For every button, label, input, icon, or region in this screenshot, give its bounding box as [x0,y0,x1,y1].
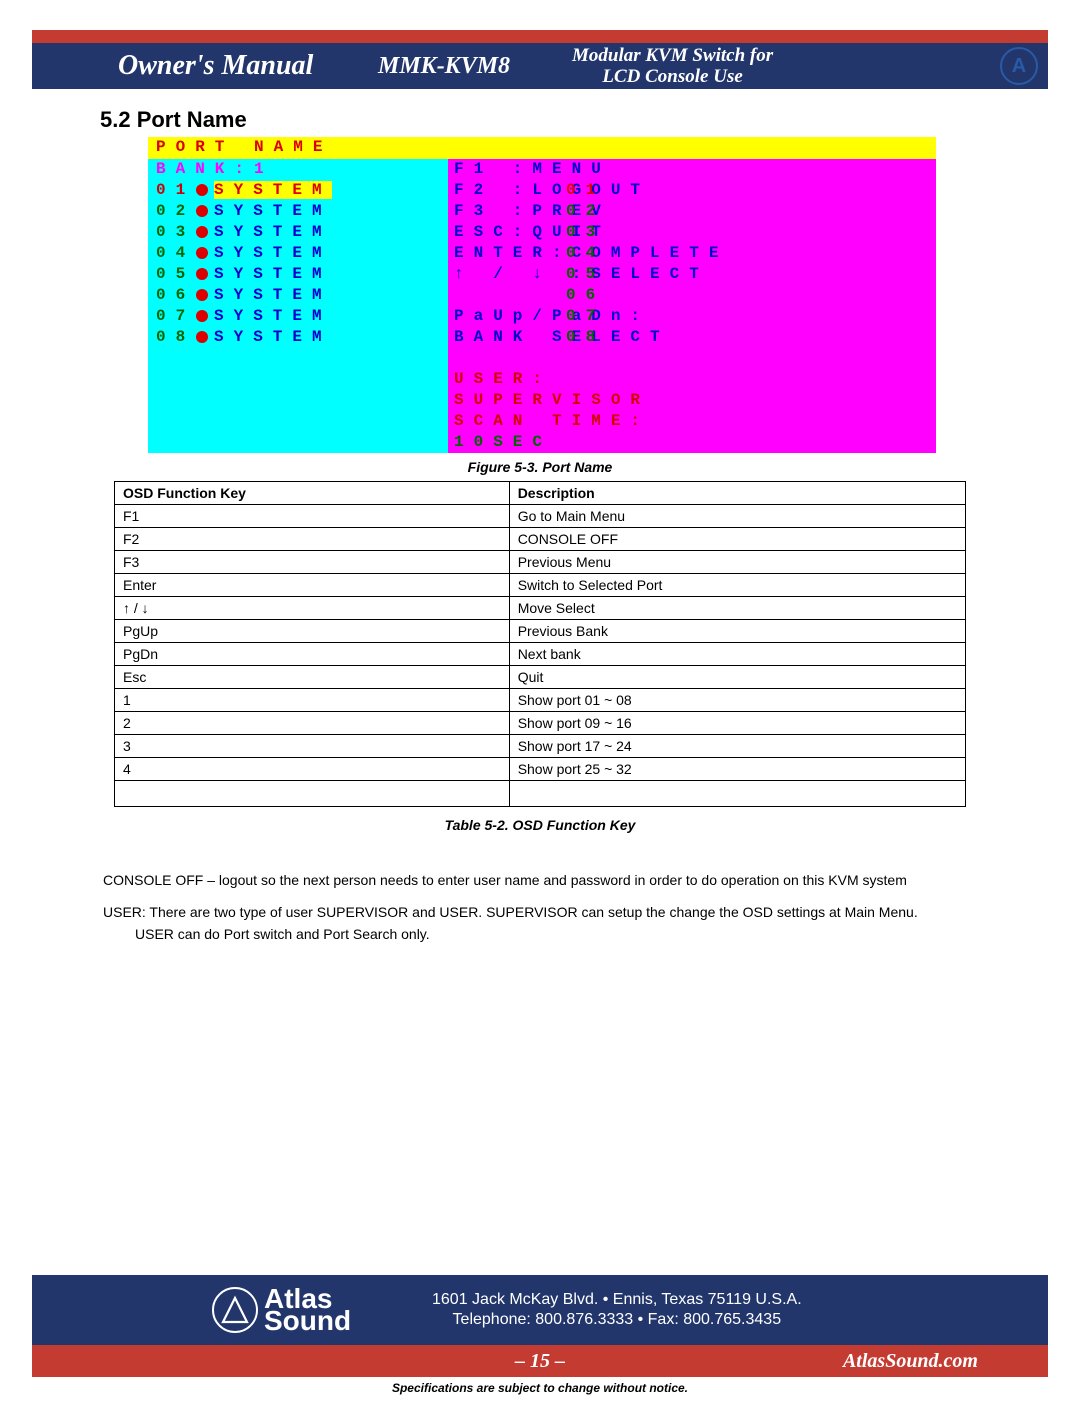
osd-hint-line: PaUp/PaDn: [454,306,936,327]
red-stripe [32,30,1048,43]
tagline-line1: Modular KVM Switch for [572,45,773,66]
table-cell-desc: Previous Bank [509,620,965,643]
footer-disclaimer: Specifications are subject to change wit… [32,1381,1048,1395]
table-row: PgUpPrevious Bank [115,620,966,643]
table-cell-key: 2 [115,712,510,735]
table-row: EnterSwitch to Selected Port [115,574,966,597]
osd-hint-line [454,285,936,306]
table-row: ↑ / ↓Move Select [115,597,966,620]
table-header-key: OSD Function Key [115,482,510,505]
tagline: Modular KVM Switch for LCD Console Use [572,45,773,87]
osd-hint-line: SCAN TIME: [454,411,936,432]
logo-icon [212,1287,258,1333]
osd-hint-line: ↑ / ↓ :SELECT [454,264,936,285]
para-user-line1: USER: There are two type of user SUPERVI… [103,904,918,920]
osd-function-key-table: OSD Function Key Description F1Go to Mai… [114,481,966,807]
table-cell-desc: Previous Menu [509,551,965,574]
table-row: 4Show port 25 ~ 32 [115,758,966,781]
table-cell-key: F3 [115,551,510,574]
osd-hint-line: SUPERVISOR [454,390,936,411]
table-cell-desc: Show port 17 ~ 24 [509,735,965,758]
osd-hint-line: ENTER:COMPLETE [454,243,936,264]
osd-port-row: 02SYSTEM02 [156,201,456,222]
table-cell-key: 4 [115,758,510,781]
osd-hint-line: F1 :MENU [454,159,936,180]
footer-address: 1601 Jack McKay Blvd. • Ennis, Texas 751… [432,1290,802,1330]
table-row: 1Show port 01 ~ 08 [115,689,966,712]
table-cell-desc: Move Select [509,597,965,620]
table-cell-desc: Quit [509,666,965,689]
osd-port-row: 07SYSTEM07 [156,306,456,327]
table-cell-key: 3 [115,735,510,758]
figure-caption: Figure 5-3. Port Name [0,459,1080,475]
table-row: F2CONSOLE OFF [115,528,966,551]
section-title: 5.2 Port Name [100,107,1080,133]
table-cell-key: Enter [115,574,510,597]
table-cell-desc: Go to Main Menu [509,505,965,528]
table-cell-key: 1 [115,689,510,712]
brand-icon: A [1000,47,1042,89]
osd-port-row: 06SYSTEM06 [156,285,456,306]
logo-text: AtlasSound [264,1288,351,1332]
footer-navy: AtlasSound 1601 Jack McKay Blvd. • Ennis… [32,1275,1048,1345]
osd-port-row: 03SYSTEM03 [156,222,456,243]
footer-url: AtlasSound.com [843,1350,978,1373]
osd-port-row: 01SYSTEM01 [156,180,456,201]
osd-hint-line: F2 :LOGOUT [454,180,936,201]
navy-header: Owner's Manual MMK-KVM8 Modular KVM Swit… [32,43,1048,89]
osd-hint-line: BANK SELECT [454,327,936,348]
table-cell-key: ↑ / ↓ [115,597,510,620]
page-number: – 15 – [515,1350,565,1373]
table-cell-key: PgDn [115,643,510,666]
table-row: F1Go to Main Menu [115,505,966,528]
table-cell-desc: Show port 25 ~ 32 [509,758,965,781]
addr-line2: Telephone: 800.876.3333 • Fax: 800.765.3… [453,1311,782,1328]
osd-hint-line: F3 :PREV [454,201,936,222]
table-row: EscQuit [115,666,966,689]
table-row-blank [115,781,966,807]
para-console-off: CONSOLE OFF – logout so the next person … [103,869,973,891]
logo: AtlasSound [212,1287,351,1333]
osd-screenshot: PORT NAME BANK:1 01SYSTEM0102SYSTEM0203S… [148,137,936,453]
table-cell-desc: Next bank [509,643,965,666]
table-cell-desc: Show port 09 ~ 16 [509,712,965,735]
osd-port-row: 05SYSTEM05 [156,264,456,285]
osd-hint-line: ESC:QUIT [454,222,936,243]
table-cell-desc: CONSOLE OFF [509,528,965,551]
header-block: Owner's Manual MMK-KVM8 Modular KVM Swit… [32,30,1048,89]
model-label: MMK-KVM8 [378,53,510,80]
table-row: F3Previous Menu [115,551,966,574]
osd-hint-line: USER: [454,369,936,390]
table-row: 3Show port 17 ~ 24 [115,735,966,758]
table-cell-key: F1 [115,505,510,528]
table-cell-desc: Switch to Selected Port [509,574,965,597]
footer-red: – 15 – AtlasSound.com [32,1345,1048,1377]
table-cell-desc: Show port 01 ~ 08 [509,689,965,712]
osd-port-row: 04SYSTEM04 [156,243,456,264]
osd-title: PORT NAME [148,137,936,159]
osd-bank: BANK:1 [156,160,274,178]
para-user-line2: USER can do Port switch and Port Search … [135,926,430,942]
osd-port-row: 08SYSTEM08 [156,327,456,348]
footer: AtlasSound 1601 Jack McKay Blvd. • Ennis… [32,1275,1048,1395]
osd-hint-line [454,348,936,369]
para-user: USER: There are two type of user SUPERVI… [103,901,973,945]
osd-left-column: BANK:1 01SYSTEM0102SYSTEM0203SYSTEM0304S… [148,159,448,453]
body-paragraphs: CONSOLE OFF – logout so the next person … [103,869,973,945]
table-header-desc: Description [509,482,965,505]
table-cell-key: PgUp [115,620,510,643]
tagline-line2: LCD Console Use [602,66,742,87]
osd-hint-line: 10SEC [454,432,936,453]
table-row: PgDnNext bank [115,643,966,666]
addr-line1: 1601 Jack McKay Blvd. • Ennis, Texas 751… [432,1291,802,1308]
table-caption: Table 5-2. OSD Function Key [0,817,1080,833]
table-row: 2Show port 09 ~ 16 [115,712,966,735]
osd-right-column: F1 :MENUF2 :LOGOUTF3 :PREVESC:QUITENTER:… [448,159,936,453]
table-cell-key: Esc [115,666,510,689]
table-cell-key: F2 [115,528,510,551]
owners-manual-label: Owner's Manual [118,50,313,82]
